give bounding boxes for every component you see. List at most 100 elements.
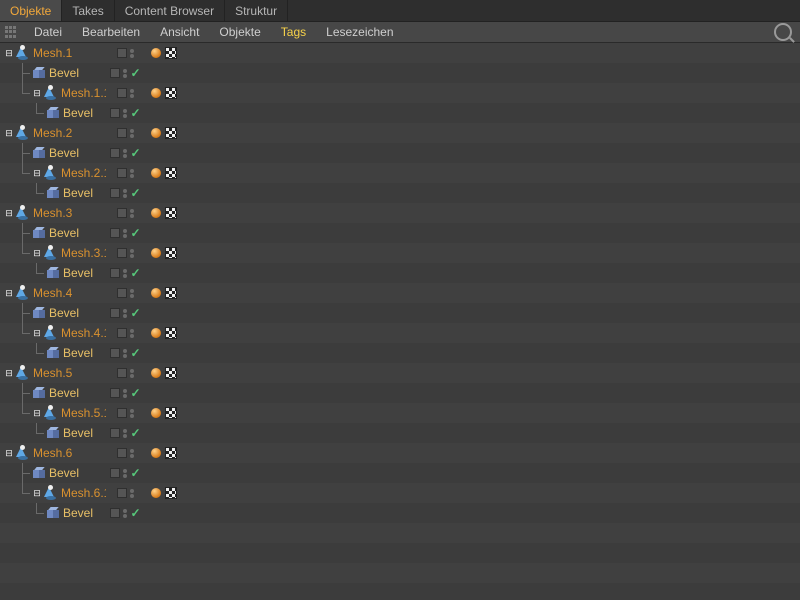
object-name-cell[interactable]: ⊟ Mesh.2: [0, 123, 106, 143]
tree-row[interactable]: ⊟Mesh.1.1: [0, 83, 800, 103]
menu-lesezeichen[interactable]: Lesezeichen: [316, 25, 403, 39]
layer-square-icon[interactable]: [110, 268, 120, 278]
tree-row[interactable]: ⊟ Mesh.3.1: [0, 243, 800, 263]
visibility-dots-icon[interactable]: [129, 129, 135, 138]
menu-objekte[interactable]: Objekte: [209, 25, 270, 39]
visibility-cell[interactable]: [106, 83, 145, 103]
object-label[interactable]: Mesh.1.1: [61, 86, 106, 100]
visibility-dots-icon[interactable]: [122, 389, 128, 398]
uvw-tag-icon[interactable]: [165, 207, 177, 219]
visibility-dots-icon[interactable]: [129, 449, 135, 458]
layer-square-icon[interactable]: [117, 168, 127, 178]
collapse-toggle[interactable]: ⊟: [32, 408, 42, 418]
visibility-cell[interactable]: ✓: [106, 463, 145, 483]
object-name-cell[interactable]: Bevel: [0, 463, 106, 483]
tree-row[interactable]: Bevel✓: [0, 223, 800, 243]
collapse-toggle[interactable]: ⊟: [32, 248, 42, 258]
uvw-tag-icon[interactable]: [165, 327, 177, 339]
visibility-dots-icon[interactable]: [122, 469, 128, 478]
object-name-cell[interactable]: Bevel: [0, 263, 106, 283]
layer-square-icon[interactable]: [117, 408, 127, 418]
collapse-toggle[interactable]: ⊟: [32, 488, 42, 498]
layer-square-icon[interactable]: [117, 368, 127, 378]
object-name-cell[interactable]: Bevel: [0, 183, 106, 203]
uvw-tag-icon[interactable]: [165, 47, 177, 59]
visibility-cell[interactable]: [106, 43, 145, 63]
tree-row[interactable]: Bevel ✓: [0, 463, 800, 483]
uvw-tag-icon[interactable]: [165, 487, 177, 499]
object-label[interactable]: Mesh.5.1: [61, 406, 106, 420]
tree-row[interactable]: Bevel✓: [0, 63, 800, 83]
object-label[interactable]: Mesh.2: [33, 126, 72, 140]
material-tag-icon[interactable]: [151, 328, 161, 338]
object-name-cell[interactable]: ⊟Mesh.1: [0, 43, 106, 63]
layer-square-icon[interactable]: [110, 468, 120, 478]
visibility-cell[interactable]: ✓: [106, 303, 145, 323]
uvw-tag-icon[interactable]: [165, 247, 177, 259]
visibility-cell[interactable]: ✓: [106, 103, 145, 123]
material-tag-icon[interactable]: [151, 128, 161, 138]
object-label[interactable]: Bevel: [49, 466, 79, 480]
enabled-check-icon[interactable]: ✓: [130, 188, 140, 198]
object-label[interactable]: Mesh.3.1: [61, 246, 106, 260]
object-label[interactable]: Mesh.6.1: [61, 486, 106, 500]
tree-row[interactable]: Bevel✓: [0, 503, 800, 523]
object-name-cell[interactable]: ⊟Mesh.3: [0, 203, 106, 223]
enabled-check-icon[interactable]: ✓: [130, 268, 140, 278]
collapse-toggle[interactable]: ⊟: [4, 368, 14, 378]
visibility-cell[interactable]: [106, 323, 145, 343]
object-label[interactable]: Mesh.4.1: [61, 326, 106, 340]
object-label[interactable]: Bevel: [63, 106, 93, 120]
layer-square-icon[interactable]: [110, 388, 120, 398]
object-name-cell[interactable]: Bevel: [0, 143, 106, 163]
material-tag-icon[interactable]: [151, 408, 161, 418]
layer-square-icon[interactable]: [117, 88, 127, 98]
tree-row[interactable]: ⊟Mesh.4: [0, 283, 800, 303]
visibility-dots-icon[interactable]: [122, 309, 128, 318]
visibility-cell[interactable]: [106, 283, 145, 303]
visibility-cell[interactable]: ✓: [106, 223, 145, 243]
layer-square-icon[interactable]: [117, 488, 127, 498]
visibility-dots-icon[interactable]: [122, 429, 128, 438]
object-label[interactable]: Mesh.6: [33, 446, 72, 460]
collapse-toggle[interactable]: ⊟: [4, 128, 14, 138]
visibility-dots-icon[interactable]: [122, 149, 128, 158]
collapse-toggle[interactable]: ⊟: [4, 208, 14, 218]
layer-square-icon[interactable]: [117, 448, 127, 458]
object-name-cell[interactable]: ⊟ Mesh.3.1: [0, 243, 106, 263]
object-name-cell[interactable]: ⊟ Mesh.6.1: [0, 483, 106, 503]
material-tag-icon[interactable]: [151, 248, 161, 258]
object-label[interactable]: Mesh.5: [33, 366, 72, 380]
tree-row[interactable]: ⊟Mesh.6: [0, 443, 800, 463]
visibility-cell[interactable]: [106, 443, 145, 463]
object-label[interactable]: Bevel: [49, 306, 79, 320]
layer-square-icon[interactable]: [117, 288, 127, 298]
layer-square-icon[interactable]: [110, 108, 120, 118]
tree-row[interactable]: Bevel ✓: [0, 303, 800, 323]
tree-row[interactable]: ⊟ Mesh.2: [0, 123, 800, 143]
tree-row[interactable]: ⊟ Mesh.5.1: [0, 403, 800, 423]
object-name-cell[interactable]: ⊟Mesh.1.1: [0, 83, 106, 103]
visibility-dots-icon[interactable]: [129, 169, 135, 178]
layer-square-icon[interactable]: [117, 328, 127, 338]
object-name-cell[interactable]: Bevel: [0, 383, 106, 403]
object-name-cell[interactable]: ⊟Mesh.4: [0, 283, 106, 303]
visibility-cell[interactable]: [106, 403, 145, 423]
uvw-tag-icon[interactable]: [165, 407, 177, 419]
material-tag-icon[interactable]: [151, 448, 161, 458]
tree-row[interactable]: ⊟Mesh.4.1: [0, 323, 800, 343]
menu-tags[interactable]: Tags: [271, 25, 316, 39]
enabled-check-icon[interactable]: ✓: [130, 148, 140, 158]
object-label[interactable]: Bevel: [63, 266, 93, 280]
uvw-tag-icon[interactable]: [165, 367, 177, 379]
menu-ansicht[interactable]: Ansicht: [150, 25, 209, 39]
layer-square-icon[interactable]: [110, 428, 120, 438]
enabled-check-icon[interactable]: ✓: [130, 68, 140, 78]
layer-square-icon[interactable]: [110, 508, 120, 518]
object-label[interactable]: Bevel: [63, 346, 93, 360]
menu-datei[interactable]: Datei: [24, 25, 72, 39]
layer-square-icon[interactable]: [117, 248, 127, 258]
object-name-cell[interactable]: Bevel: [0, 343, 106, 363]
object-label[interactable]: Bevel: [63, 426, 93, 440]
tree-row[interactable]: ⊟Mesh.3: [0, 203, 800, 223]
